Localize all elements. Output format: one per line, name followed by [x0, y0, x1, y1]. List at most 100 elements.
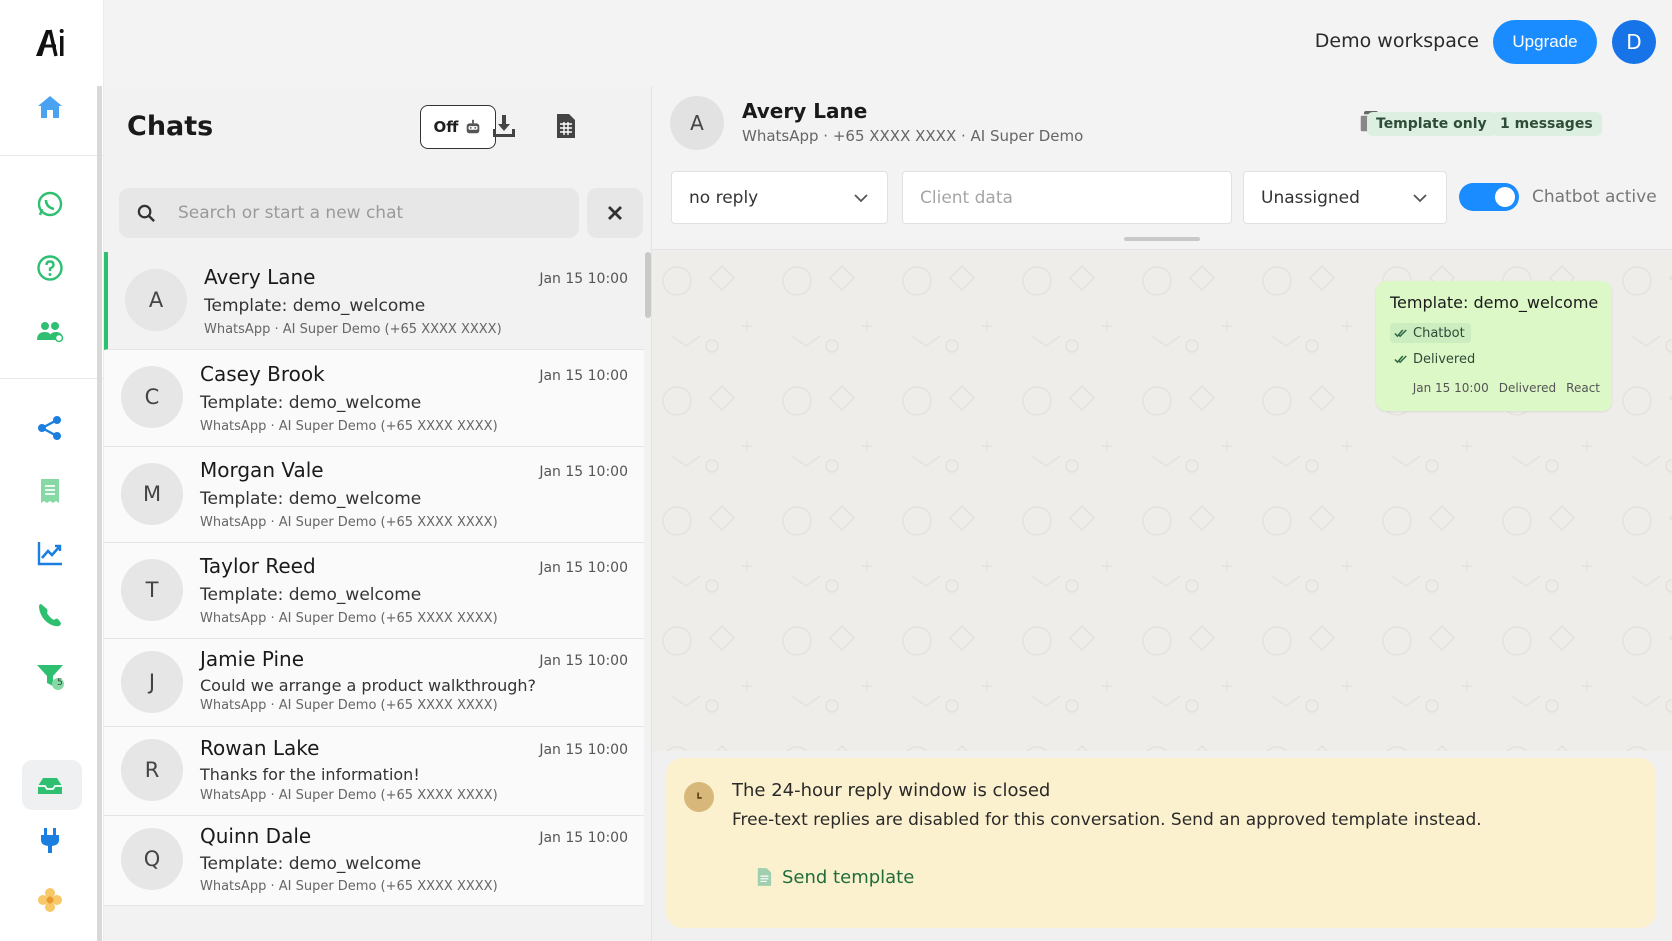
- chat-time: Jan 15 10:00: [539, 560, 628, 576]
- outgoing-message[interactable]: Template: demo_welcome Chatbot Delivered…: [1376, 281, 1612, 411]
- contact-name: Casey Brook: [200, 362, 325, 386]
- chat-list-item[interactable]: A Avery Lane Jan 15 10:00 Template: demo…: [104, 252, 644, 350]
- funnel-icon[interactable]: 5: [32, 658, 68, 694]
- clear-search-button[interactable]: [587, 188, 643, 238]
- download-icon[interactable]: [486, 108, 522, 144]
- messages-count-badge: 1 messages: [1491, 112, 1602, 136]
- react-link[interactable]: React: [1566, 381, 1600, 395]
- rail-divider: [0, 378, 104, 379]
- chat-list-item[interactable]: R Rowan Lake Jan 15 10:00 Thanks for the…: [104, 727, 644, 816]
- chat-list-item[interactable]: M Morgan Vale Jan 15 10:00 Template: dem…: [104, 447, 644, 543]
- chat-source: WhatsApp · AI Super Demo (+65 XXXX XXXX): [200, 419, 498, 434]
- chat-list-item[interactable]: C Casey Brook Jan 15 10:00 Template: dem…: [104, 350, 644, 447]
- chat-source: WhatsApp · AI Super Demo (+65 XXXX XXXX): [204, 322, 502, 337]
- conversation-panel: A Avery Lane WhatsApp · +65 XXXX XXXX · …: [652, 86, 1672, 941]
- send-template-label: Send template: [782, 866, 915, 888]
- chat-time: Jan 15 10:00: [539, 742, 628, 758]
- whatsapp-icon[interactable]: [32, 186, 68, 222]
- chat-source: WhatsApp · AI Super Demo (+65 XXXX XXXX): [200, 515, 498, 530]
- chat-preview: Template: demo_welcome: [200, 393, 422, 413]
- chat-source: WhatsApp · AI Super Demo (+65 XXXX XXXX): [200, 879, 498, 894]
- chat-list: A Avery Lane Jan 15 10:00 Template: demo…: [104, 252, 644, 941]
- delivered-tag-label: Delivered: [1413, 351, 1476, 367]
- chat-list-item[interactable]: T Taylor Reed Jan 15 10:00 Template: dem…: [104, 543, 644, 639]
- status-select[interactable]: no reply: [671, 171, 888, 224]
- double-check-icon: [1394, 354, 1407, 363]
- receipt-icon[interactable]: [32, 473, 68, 509]
- chat-list-item[interactable]: J Jamie Pine Jan 15 10:00 Could we arran…: [104, 639, 644, 727]
- chatbot-tag: Chatbot: [1390, 323, 1471, 343]
- contact-avatar: T: [121, 559, 183, 621]
- chat-source: WhatsApp · AI Super Demo (+65 XXXX XXXX): [200, 611, 498, 626]
- status-select-value: no reply: [689, 187, 759, 208]
- template-only-badge: Template only: [1367, 112, 1496, 136]
- conversation-header: A Avery Lane WhatsApp · +65 XXXX XXXX · …: [652, 86, 1672, 250]
- top-bar: Demo workspace Upgrade D: [104, 0, 1672, 86]
- plug-icon[interactable]: [32, 822, 68, 858]
- chat-time: Jan 15 10:00: [539, 653, 628, 669]
- contact-subtitle: WhatsApp · +65 XXXX XXXX · AI Super Demo: [742, 127, 1084, 145]
- user-avatar[interactable]: D: [1612, 20, 1656, 64]
- message-status: Delivered: [1498, 381, 1557, 395]
- chat-list-scrollbar[interactable]: [645, 252, 651, 318]
- contact-name: Rowan Lake: [200, 736, 320, 760]
- robot-icon: [467, 119, 480, 134]
- help-icon[interactable]: [32, 250, 68, 286]
- contact-name: Morgan Vale: [200, 458, 324, 482]
- contact-name: Jamie Pine: [200, 647, 305, 671]
- home-icon[interactable]: [32, 89, 68, 125]
- chat-time: Jan 15 10:00: [539, 271, 628, 287]
- contact-avatar: J: [121, 651, 183, 713]
- client-data-field[interactable]: [902, 171, 1232, 224]
- chatbot-toggle[interactable]: [1459, 183, 1519, 211]
- chat-time: Jan 15 10:00: [539, 464, 628, 480]
- chat-list-panel: Chats Off A Avery Lane Jan 15 10:00 Temp…: [104, 86, 652, 941]
- search-input[interactable]: [178, 203, 558, 223]
- bot-toggle-button[interactable]: Off: [420, 105, 496, 149]
- rail-divider: [0, 155, 104, 156]
- phone-icon[interactable]: [32, 597, 68, 633]
- contact-avatar: C: [121, 366, 183, 428]
- notice-detail: Free-text replies are disabled for this …: [732, 810, 1482, 830]
- chat-time: Jan 15 10:00: [539, 368, 628, 384]
- resize-handle[interactable]: [1124, 237, 1200, 241]
- chat-preview: Thanks for the information!: [200, 765, 420, 784]
- chevron-down-icon: [1413, 194, 1427, 203]
- send-template-button[interactable]: Send template: [756, 862, 914, 892]
- upgrade-button[interactable]: Upgrade: [1493, 20, 1597, 64]
- funnel-count-badge: 5: [57, 678, 63, 688]
- chatbot-toggle-label: Chatbot active: [1532, 187, 1657, 207]
- delivered-tag: Delivered: [1390, 349, 1481, 369]
- contact-avatar: R: [121, 739, 183, 801]
- workspace-name[interactable]: Demo workspace: [1315, 30, 1479, 52]
- contact-avatar: M: [121, 463, 183, 525]
- rail-scrollbar[interactable]: [97, 86, 102, 941]
- settings-flower-icon[interactable]: [32, 882, 68, 918]
- chat-list-item[interactable]: Q Quinn Dale Jan 15 10:00 Template: demo…: [104, 816, 644, 906]
- message-time: Jan 15 10:00: [1412, 381, 1489, 395]
- double-check-icon: [1394, 328, 1407, 337]
- notice-heading: The 24-hour reply window is closed: [732, 780, 1051, 801]
- contact-name: Quinn Dale: [200, 824, 312, 848]
- chat-source: WhatsApp · AI Super Demo (+65 XXXX XXXX): [200, 788, 498, 803]
- chat-source: WhatsApp · AI Super Demo (+65 XXXX XXXX): [200, 698, 498, 713]
- contact-name: Taylor Reed: [200, 554, 316, 578]
- contact-name: Avery Lane: [204, 265, 316, 289]
- chat-preview: Could we arrange a product walkthrough?: [200, 676, 536, 695]
- clock-icon: [684, 782, 714, 812]
- chevron-down-icon: [854, 194, 868, 203]
- message-text: Template: demo_welcome: [1390, 293, 1599, 312]
- search-icon: [137, 204, 155, 222]
- contact-avatar: A: [125, 269, 187, 331]
- contact-avatar[interactable]: A: [670, 96, 724, 150]
- app-logo[interactable]: [32, 24, 68, 60]
- spreadsheet-icon[interactable]: [547, 108, 583, 144]
- chat-preview: Template: demo_welcome: [200, 489, 422, 509]
- assignee-select[interactable]: Unassigned: [1243, 171, 1447, 224]
- analytics-icon[interactable]: [32, 535, 68, 571]
- document-icon: [757, 868, 772, 886]
- contacts-icon[interactable]: [32, 313, 68, 349]
- inbox-icon[interactable]: [32, 768, 68, 804]
- contact-name: Avery Lane: [742, 99, 868, 123]
- share-icon[interactable]: [32, 410, 68, 446]
